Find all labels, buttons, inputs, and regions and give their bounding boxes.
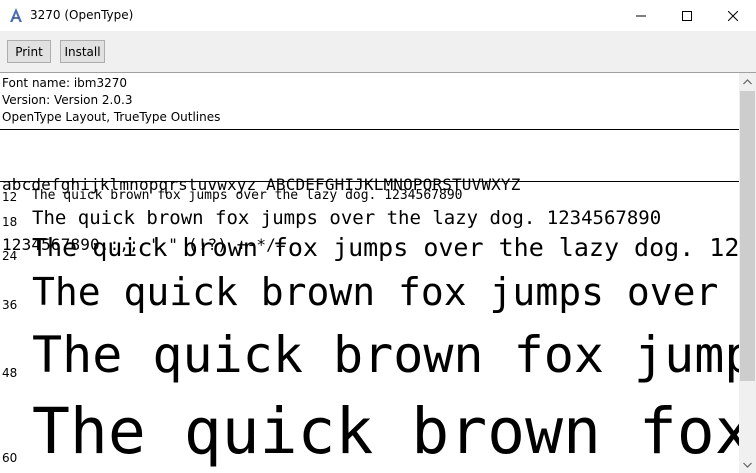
sample-text: The quick brown fox jumps over the lazy … bbox=[32, 188, 463, 203]
chevron-up-icon bbox=[743, 78, 752, 84]
scroll-down-button[interactable] bbox=[739, 456, 756, 473]
divider bbox=[0, 129, 739, 130]
sample-size-label: 36 bbox=[2, 298, 18, 312]
install-button[interactable]: Install bbox=[60, 40, 105, 63]
sample-size-label: 48 bbox=[2, 366, 18, 380]
font-name-line: Font name: ibm3270 bbox=[2, 76, 128, 90]
sample-text: The quick brown fox jumps over the lazy … bbox=[32, 326, 739, 384]
sample-size-label: 60 bbox=[2, 451, 18, 465]
sample-text: The quick brown fox jumps over the lazy … bbox=[32, 395, 739, 468]
print-button[interactable]: Print bbox=[7, 40, 51, 63]
font-version-line: Version: Version 2.0.3 bbox=[2, 93, 133, 107]
title-bar: 3270 (OpenType) bbox=[0, 0, 756, 32]
vertical-scrollbar[interactable] bbox=[739, 73, 756, 473]
minimize-icon bbox=[636, 15, 646, 16]
font-viewer-icon bbox=[8, 7, 24, 23]
maximize-icon bbox=[682, 10, 692, 21]
scroll-thumb[interactable] bbox=[740, 91, 755, 381]
font-preview-pane: Font name: ibm3270 Version: Version 2.0.… bbox=[0, 73, 739, 473]
sample-text: The quick brown fox jumps over the lazy … bbox=[32, 233, 739, 262]
close-icon bbox=[728, 10, 738, 21]
sample-text: The quick brown fox jumps over the lazy … bbox=[32, 270, 739, 314]
window-title: 3270 (OpenType) bbox=[30, 8, 134, 22]
sample-text: The quick brown fox jumps over the lazy … bbox=[32, 207, 662, 229]
sample-size-label: 18 bbox=[2, 215, 18, 229]
divider bbox=[0, 181, 739, 182]
close-button[interactable] bbox=[710, 0, 756, 31]
toolbar: Print Install bbox=[0, 31, 756, 73]
minimize-button[interactable] bbox=[618, 0, 664, 31]
chevron-down-icon bbox=[743, 462, 752, 468]
maximize-button[interactable] bbox=[664, 0, 710, 31]
sample-size-label: 12 bbox=[2, 190, 18, 204]
scroll-up-button[interactable] bbox=[739, 73, 756, 90]
sample-size-label: 24 bbox=[2, 249, 18, 263]
font-info: Font name: ibm3270 Version: Version 2.0.… bbox=[2, 75, 220, 126]
font-type-line: OpenType Layout, TrueType Outlines bbox=[2, 110, 221, 124]
